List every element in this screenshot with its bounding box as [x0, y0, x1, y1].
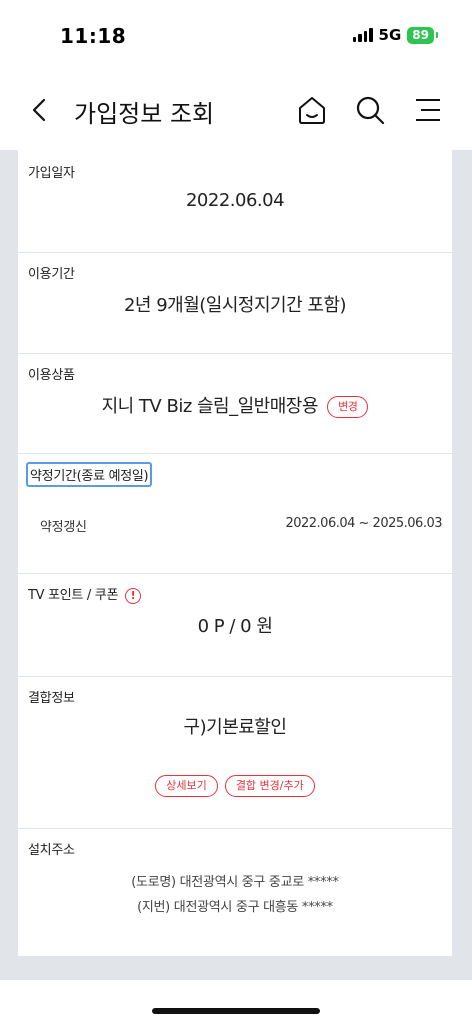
- address-lot: (지번) 대전광역시 중구 대흥동 *****: [137, 900, 333, 915]
- nav-actions: [294, 92, 446, 128]
- home-button[interactable]: [294, 92, 330, 128]
- menu-button[interactable]: [410, 92, 446, 128]
- usage-period-label: 이용기간: [28, 267, 75, 282]
- contract-label: 약정기간(종료 예정일): [26, 462, 153, 487]
- bundle-change-button[interactable]: 결합 변경/추가: [224, 775, 315, 797]
- menu-icon: [416, 99, 440, 121]
- status-time: 11:18: [60, 24, 127, 48]
- nav-bar: 가입정보 조회: [0, 80, 472, 140]
- search-button[interactable]: [352, 92, 388, 128]
- battery-icon: 89: [407, 26, 438, 44]
- home-indicator: [152, 1008, 320, 1014]
- product-section: 이용상품 지니 TV Biz 슬림_일반매장용 변경: [18, 354, 452, 454]
- usage-period-value: 2년 9개월(일시정지기간 포함): [123, 295, 347, 316]
- contract-section: 약정기간(종료 예정일) 약정갱신 2022.06.04 ~ 2025.06.0…: [18, 454, 452, 574]
- usage-period-section: 이용기간 2년 9개월(일시정지기간 포함): [18, 253, 452, 354]
- join-date-section: 가입일자 2022.06.04: [18, 150, 452, 253]
- back-button[interactable]: [24, 95, 54, 125]
- product-value: 지니 TV Biz 슬림_일반매장용: [101, 396, 319, 417]
- address-section: 설치주소 (도로명) 대전광역시 중구 중교로 ***** (지번) 대전광역시…: [18, 829, 452, 956]
- contract-row-label: 약정갱신: [40, 520, 87, 535]
- join-date-value: 2022.06.04: [185, 190, 285, 211]
- bundle-value: 구)기본료할인: [183, 717, 287, 738]
- points-label: TV 포인트 / 쿠폰: [28, 588, 119, 603]
- status-bar: 11:18 5G 89: [0, 0, 472, 70]
- address-label: 설치주소: [28, 843, 75, 858]
- points-value: 0 P / 0 원: [197, 616, 273, 637]
- product-label: 이용상품: [28, 368, 75, 383]
- points-label-row: TV 포인트 / 쿠폰 !: [28, 584, 141, 604]
- join-date-label: 가입일자: [28, 166, 75, 181]
- bundle-section: 결합정보 구)기본료할인 상세보기 결합 변경/추가: [18, 677, 452, 829]
- back-chevron-icon: [32, 98, 46, 122]
- search-icon: [356, 96, 385, 125]
- signal-icon: [352, 28, 373, 42]
- bundle-label: 결합정보: [28, 691, 75, 706]
- bundle-detail-button[interactable]: 상세보기: [155, 775, 218, 797]
- product-change-button[interactable]: 변경: [327, 396, 369, 418]
- bundle-actions: 상세보기 결합 변경/추가: [18, 775, 452, 797]
- network-type: 5G: [378, 26, 402, 44]
- address-road: (도로명) 대전광역시 중구 중교로 *****: [131, 875, 339, 890]
- contract-row-value: 2022.06.04 ~ 2025.06.03: [285, 516, 442, 531]
- page-title: 가입정보 조회: [74, 100, 215, 128]
- points-section: TV 포인트 / 쿠폰 ! 0 P / 0 원: [18, 574, 452, 677]
- status-indicators: 5G 89: [352, 26, 438, 44]
- product-row: 지니 TV Biz 슬림_일반매장용 변경: [18, 392, 452, 418]
- info-icon[interactable]: !: [124, 587, 141, 604]
- home-icon: [299, 97, 325, 124]
- subscription-info-card: 가입일자 2022.06.04 이용기간 2년 9개월(일시정지기간 포함) 이…: [18, 150, 452, 956]
